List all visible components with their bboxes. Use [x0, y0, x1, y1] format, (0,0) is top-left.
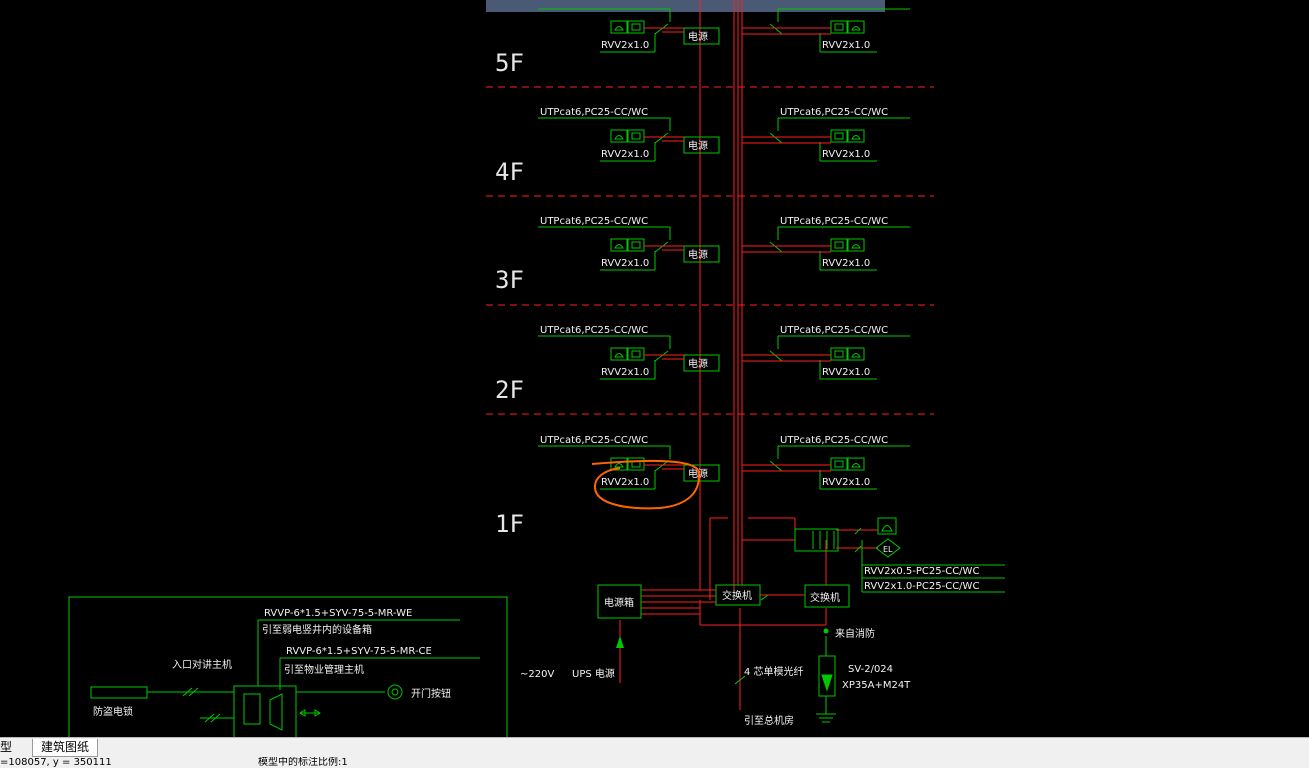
entry-host-label: 入口对讲主机 [172, 658, 232, 671]
cable-spec-right: UTPcat6,PC25-CC/WC [780, 107, 888, 118]
floor-block: UTPcat6,PC25-CC/WC UTPcat6,PC25-CC/WC RVV2… [538, 325, 910, 380]
cable-spec-left: UTPcat6,PC25-CC/WC [540, 325, 648, 336]
equipment-labels: 电源箱 交换机 交换机 UPS 电源 ~220V 4 芯单模光纤 引至总机房 来… [93, 545, 979, 727]
cable-spec-right: UTPcat6,PC25-CC/WC [780, 325, 888, 336]
floor-block: RVV2x1.0 RVV2x1.0 电源 [538, 8, 910, 53]
power-wire-right: RVV2x1.0 [822, 477, 870, 488]
power-wire-left: RVV2x1.0 [601, 258, 649, 269]
tab-layout-architecture[interactable]: 建筑图纸 [32, 739, 99, 757]
tab-model[interactable]: 型 [0, 739, 12, 756]
power-wire-left: RVV2x1.0 [601, 367, 649, 378]
power-wire-right: RVV2x1.0 [822, 367, 870, 378]
cable-spec-right: UTPcat6,PC25-CC/WC [780, 435, 888, 446]
entry-cable-top-dest-label: 引至弱电竖井内的设备箱 [262, 623, 372, 636]
floor-dividers [486, 86, 934, 415]
el-label: EL [883, 545, 893, 554]
cable-spec-left: UTPcat6,PC25-CC/WC [540, 435, 648, 446]
power-box-label: 电源 [688, 30, 708, 43]
switch-1-label: 交换机 [722, 589, 752, 602]
floor-labels: 5F 4F 3F 2F 1F [495, 49, 524, 538]
floor-block: UTPcat6,PC25-CC/WC UTPcat6,PC25-CC/WC RVV2… [538, 216, 910, 271]
power-wire-right: RVV2x1.0 [822, 149, 870, 160]
power-wire-left: RVV2x1.0 [601, 477, 649, 488]
ups-label: UPS 电源 [572, 667, 615, 680]
risers [699, 0, 743, 590]
entry-cable-mid-dest-label: 引至物业管理主机 [284, 663, 364, 676]
power-wire-right: RVV2x1.0 [822, 40, 870, 51]
fiber-label: 4 芯单模光纤 [744, 665, 804, 678]
ground-equipment [597, 517, 1005, 723]
entry-cable-mid-label: RVVP-6*1.5+SYV-75-5-MR-CE [286, 646, 432, 657]
cable-2-label: RVV2x1.0-PC25-CC/WC [864, 581, 979, 592]
cable-1-label: RVV2x0.5-PC25-CC/WC [864, 566, 979, 577]
fire-device-model-label: XP35A+M24T [842, 680, 911, 691]
power-wire-left: RVV2x1.0 [601, 149, 649, 160]
floor-label-4f: 4F [495, 158, 524, 186]
cad-drawing-canvas[interactable]: RVV2x1.0 RVV2x1.0电源UTPcat6,PC25-CC/WC UTPc… [0, 0, 1309, 737]
cursor-coordinates: =108057, y = 350111 [0, 757, 112, 768]
power-wire-right: RVV2x1.0 [822, 258, 870, 269]
power-cabinet-label: 电源箱 [604, 596, 634, 609]
cable-spec-left: UTPcat6,PC25-CC/WC [540, 216, 648, 227]
layout-tab-bar: 型 建筑图纸 [0, 737, 1309, 758]
floor-label-2f: 2F [495, 376, 524, 404]
status-bar: =108057, y = 350111 模型中的标注比例:1 [0, 757, 1309, 768]
fire-device-label: SV-2/024 [848, 664, 893, 675]
fiber-destination-label: 引至总机房 [744, 714, 794, 727]
floor-block: UTPcat6,PC25-CC/WC UTPcat6,PC25-CC/WC RVV2… [538, 435, 910, 490]
voltage-label: ~220V [520, 669, 554, 680]
switch-2-label: 交换机 [810, 591, 840, 604]
cable-spec-left: UTPcat6,PC25-CC/WC [540, 107, 648, 118]
cable-spec-right: UTPcat6,PC25-CC/WC [780, 216, 888, 227]
floor-block: UTPcat6,PC25-CC/WC UTPcat6,PC25-CC/WC RVV2… [538, 107, 910, 162]
annotation-scale: 模型中的标注比例:1 [258, 757, 348, 768]
power-box-label: 电源 [688, 139, 708, 152]
floor-label-5f: 5F [495, 49, 524, 77]
exit-button-label: 开门按钮 [411, 687, 451, 700]
entry-cable-top-label: RVVP-6*1.5+SYV-75-5-MR-WE [264, 608, 412, 619]
floor-label-3f: 3F [495, 266, 524, 294]
floor-label-1f: 1F [495, 510, 524, 538]
power-wire-left: RVV2x1.0 [601, 40, 649, 51]
from-fire-label: 来自消防 [835, 627, 875, 640]
door-lock-label: 防盗电锁 [93, 705, 133, 718]
power-box-label: 电源 [688, 248, 708, 261]
power-box-label: 电源 [688, 357, 708, 370]
